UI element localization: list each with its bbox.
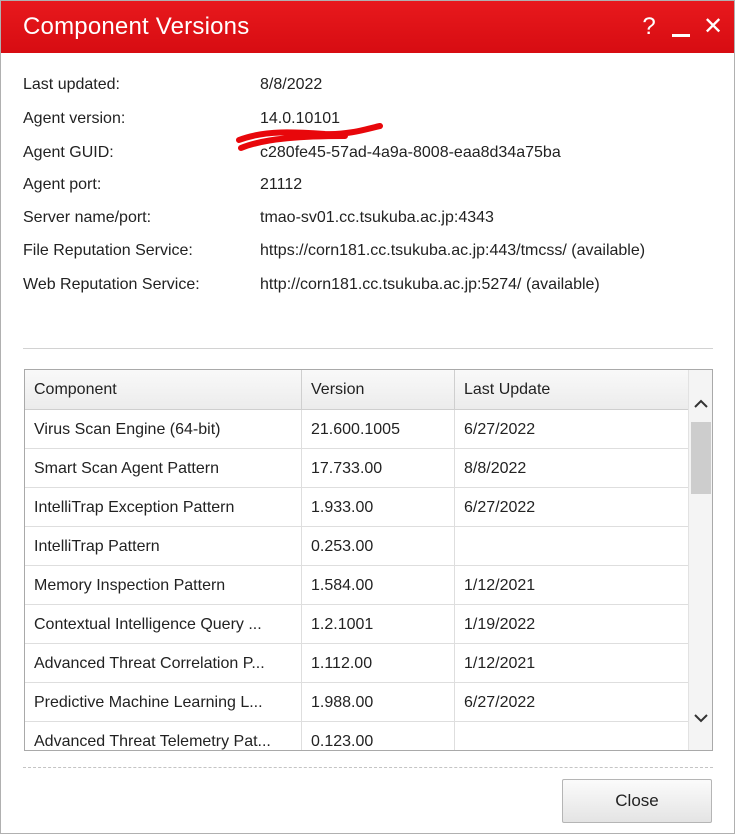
info-label: Agent GUID:	[23, 144, 114, 161]
column-header-component[interactable]: Component	[25, 370, 302, 410]
table-header: Component Version Last Update	[25, 370, 688, 410]
info-value: https://corn181.cc.tsukuba.ac.jp:443/tmc…	[260, 242, 646, 259]
window-title: Component Versions	[23, 13, 250, 40]
cell-last-update: 8/8/2022	[464, 460, 527, 477]
table-row[interactable]: IntelliTrap Pattern 0.253.00	[25, 527, 688, 566]
cell-last-update: 1/12/2021	[464, 655, 536, 672]
scrollbar-thumb[interactable]	[691, 422, 711, 494]
cell-version: 0.123.00	[302, 722, 455, 750]
cell-component: IntelliTrap Pattern	[25, 527, 302, 566]
cell-component: Predictive Machine Learning L...	[25, 683, 302, 722]
window-controls: ? ✕	[638, 11, 724, 43]
info-label: Agent port:	[23, 176, 102, 193]
table-row[interactable]: Contextual Intelligence Query ... 1.2.10…	[25, 605, 688, 644]
table-row[interactable]: IntelliTrap Exception Pattern 1.933.00 6…	[25, 488, 688, 527]
cell-component: Advanced Threat Correlation P...	[25, 644, 302, 683]
title-bar[interactable]: Component Versions ? ✕	[1, 1, 734, 53]
cell-component: Contextual Intelligence Query ...	[25, 605, 302, 644]
cell-version: 1.933.00	[302, 488, 455, 527]
cell-component: IntelliTrap Exception Pattern	[25, 488, 302, 527]
section-divider	[23, 348, 713, 349]
info-value: http://corn181.cc.tsukuba.ac.jp:5274/ (a…	[260, 276, 600, 293]
cell-last-update: 6/27/2022	[464, 499, 536, 516]
cell-component: Memory Inspection Pattern	[25, 566, 302, 605]
cell-last-update: 6/27/2022	[464, 421, 536, 438]
table-row[interactable]: Advanced Threat Correlation P... 1.112.0…	[25, 644, 688, 683]
close-button[interactable]: Close	[562, 779, 712, 823]
footer-divider	[23, 767, 713, 768]
cell-version: 21.600.1005	[302, 410, 455, 449]
components-table: Component Version Last Update Virus Scan…	[24, 369, 713, 751]
info-label: Web Reputation Service:	[23, 276, 200, 293]
info-value: 21112	[260, 176, 303, 193]
component-versions-window: Component Versions ? ✕ Last updated: 8/8…	[0, 0, 735, 834]
cell-last-update	[455, 722, 688, 750]
cell-version: 17.733.00	[302, 449, 455, 488]
cell-component: Smart Scan Agent Pattern	[25, 449, 302, 488]
cell-last-update: 1/19/2022	[464, 616, 536, 633]
table-row[interactable]: Memory Inspection Pattern 1.584.00 1/12/…	[25, 566, 688, 605]
info-label: Last updated:	[23, 76, 120, 93]
column-header-last-update[interactable]: Last Update	[455, 370, 688, 410]
info-value: 8/8/2022	[260, 76, 323, 93]
table-row[interactable]: Virus Scan Engine (64-bit) 21.600.1005 6…	[25, 410, 688, 449]
info-label: Server name/port:	[23, 209, 152, 226]
table-row[interactable]: Advanced Threat Telemetry Pat... 0.123.0…	[25, 722, 688, 750]
info-label: Agent version:	[23, 110, 126, 127]
info-label: File Reputation Service:	[23, 242, 193, 259]
info-value: 14.0.10101	[260, 110, 341, 127]
cell-last-update: 1/12/2021	[464, 577, 536, 594]
cell-component: Advanced Threat Telemetry Pat...	[25, 722, 302, 750]
cell-version: 1.584.00	[302, 566, 455, 605]
chevron-up-icon[interactable]	[689, 392, 712, 416]
close-icon[interactable]: ✕	[702, 11, 724, 43]
vertical-scrollbar[interactable]	[688, 370, 712, 750]
cell-component: Virus Scan Engine (64-bit)	[25, 410, 302, 449]
chevron-down-icon[interactable]	[689, 706, 712, 730]
cell-version: 1.2.1001	[302, 605, 455, 644]
help-icon[interactable]: ?	[638, 11, 660, 43]
cell-version: 0.253.00	[302, 527, 455, 566]
column-header-version[interactable]: Version	[302, 370, 455, 410]
info-value: tmao-sv01.cc.tsukuba.ac.jp:4343	[260, 209, 494, 226]
info-value: c280fe45-57ad-4a9a-8008-eaa8d34a75ba	[260, 144, 561, 161]
cell-version: 1.112.00	[302, 644, 455, 683]
table-row[interactable]: Predictive Machine Learning L... 1.988.0…	[25, 683, 688, 722]
cell-last-update: 6/27/2022	[464, 694, 536, 711]
cell-version: 1.988.00	[302, 683, 455, 722]
table-row[interactable]: Smart Scan Agent Pattern 17.733.00 8/8/2…	[25, 449, 688, 488]
cell-last-update	[455, 527, 688, 566]
minimize-icon[interactable]	[670, 11, 692, 43]
